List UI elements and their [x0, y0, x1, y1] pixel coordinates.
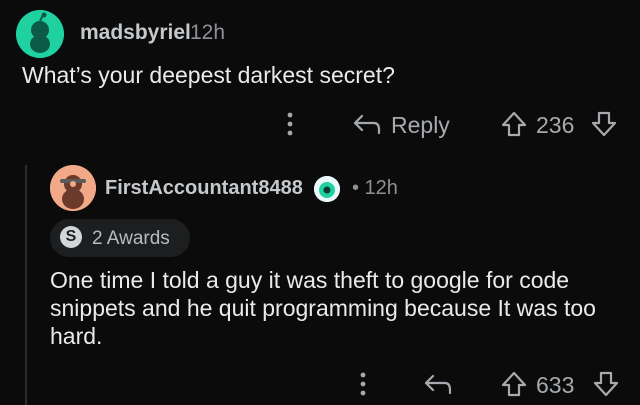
more-button[interactable] — [356, 370, 370, 404]
more-icon — [287, 112, 293, 136]
downvote-icon — [593, 371, 619, 397]
thread-line[interactable] — [25, 165, 27, 405]
reply-button[interactable] — [352, 110, 382, 143]
reply-icon — [424, 374, 452, 395]
vote-score: 633 — [536, 372, 575, 398]
avatar-icon — [50, 165, 96, 211]
reply-body: One time I told a guy it was theft to go… — [50, 267, 596, 349]
reply-button[interactable] — [423, 370, 453, 403]
upvote-button[interactable] — [500, 370, 528, 403]
upvote-button[interactable] — [500, 110, 528, 143]
reply-username[interactable]: FirstAccountant8488 — [105, 177, 303, 200]
downvote-icon — [591, 111, 617, 137]
downvote-button[interactable] — [592, 370, 620, 403]
more-icon — [360, 372, 366, 396]
reply-label[interactable]: Reply — [391, 112, 450, 139]
award-icon: S — [60, 226, 82, 248]
avatar-icon — [16, 10, 64, 58]
reply-icon — [353, 114, 381, 135]
vote-score: 236 — [536, 112, 575, 138]
downvote-button[interactable] — [590, 110, 618, 143]
comment-timestamp: 12h — [190, 21, 226, 44]
more-button[interactable] — [283, 110, 297, 144]
reply-timestamp: • 12h — [352, 177, 398, 199]
upvote-icon — [501, 111, 527, 137]
comment-body: What’s your deepest darkest secret? — [22, 62, 395, 88]
user-badge-icon — [314, 176, 340, 202]
awards-label: 2 Awards — [92, 228, 170, 249]
comment-username[interactable]: madsbyriel — [80, 21, 191, 45]
upvote-icon — [501, 371, 527, 397]
avatar[interactable] — [16, 10, 64, 58]
reply-avatar[interactable] — [50, 165, 96, 211]
